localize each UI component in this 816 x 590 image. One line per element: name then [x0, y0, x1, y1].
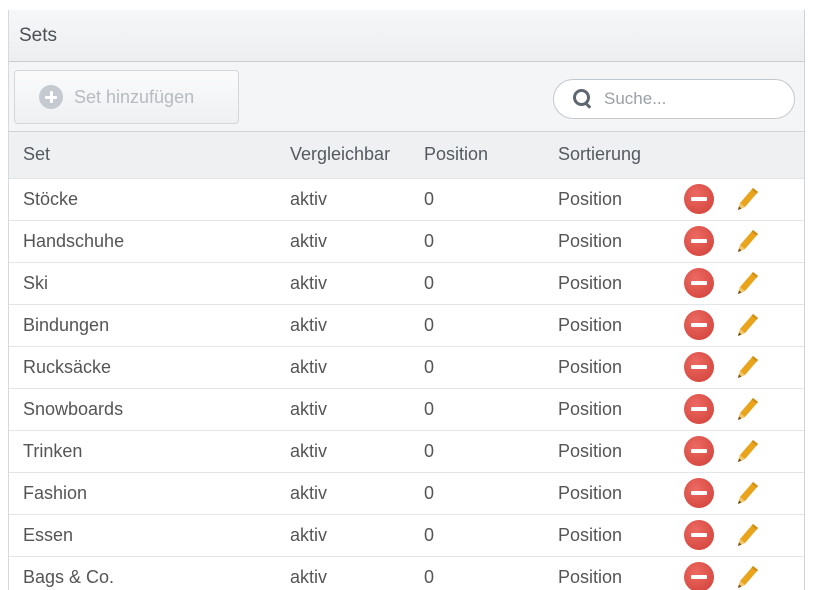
cell-set: Essen — [9, 514, 276, 557]
table-row[interactable]: Ski aktiv 0 Position — [9, 262, 804, 305]
cell-sortierung: Position — [544, 304, 678, 347]
pencil-icon[interactable] — [732, 310, 762, 340]
cell-position: 0 — [410, 262, 544, 305]
cell-actions — [678, 556, 804, 590]
pencil-icon[interactable] — [732, 226, 762, 256]
cell-position: 0 — [410, 346, 544, 389]
cell-vergleichbar: aktiv — [276, 262, 410, 305]
column-header-actions — [678, 132, 804, 179]
cell-set: Stöcke — [9, 178, 276, 221]
magnifier-icon — [572, 88, 594, 110]
cell-actions — [678, 472, 804, 515]
cell-position: 0 — [410, 304, 544, 347]
toolbar: Set hinzufügen — [9, 62, 804, 132]
panel-title: Sets — [19, 24, 58, 46]
cell-position: 0 — [410, 388, 544, 431]
cell-vergleichbar: aktiv — [276, 514, 410, 557]
cell-actions — [678, 346, 804, 389]
cell-vergleichbar: aktiv — [276, 304, 410, 347]
cell-actions — [678, 178, 804, 221]
delete-icon[interactable] — [684, 394, 714, 424]
search-box[interactable] — [553, 79, 795, 119]
cell-sortierung: Position — [544, 262, 678, 305]
cell-vergleichbar: aktiv — [276, 430, 410, 473]
cell-sortierung: Position — [544, 430, 678, 473]
cell-set: Snowboards — [9, 388, 276, 431]
cell-actions — [678, 304, 804, 347]
delete-icon[interactable] — [684, 268, 714, 298]
cell-set: Bags & Co. — [9, 556, 276, 590]
pencil-icon[interactable] — [732, 184, 762, 214]
column-header-sortierung[interactable]: Sortierung — [544, 132, 678, 179]
cell-sortierung: Position — [544, 220, 678, 263]
table-row[interactable]: Bags & Co. aktiv 0 Position — [9, 556, 804, 590]
pencil-icon[interactable] — [732, 478, 762, 508]
add-set-button[interactable]: Set hinzufügen — [14, 70, 239, 124]
cell-actions — [678, 388, 804, 431]
table-header-row: Set Vergleichbar Position Sortierung — [9, 132, 804, 179]
cell-vergleichbar: aktiv — [276, 388, 410, 431]
table-row[interactable]: Essen aktiv 0 Position — [9, 514, 804, 557]
column-header-position[interactable]: Position — [410, 132, 544, 179]
cell-set: Handschuhe — [9, 220, 276, 263]
cell-vergleichbar: aktiv — [276, 178, 410, 221]
cell-position: 0 — [410, 430, 544, 473]
cell-sortierung: Position — [544, 178, 678, 221]
table-row[interactable]: Fashion aktiv 0 Position — [9, 472, 804, 515]
cell-actions — [678, 430, 804, 473]
delete-icon[interactable] — [684, 352, 714, 382]
cell-actions — [678, 514, 804, 557]
cell-actions — [678, 262, 804, 305]
delete-icon[interactable] — [684, 226, 714, 256]
cell-vergleichbar: aktiv — [276, 556, 410, 590]
table-row[interactable]: Handschuhe aktiv 0 Position — [9, 220, 804, 263]
search-input[interactable] — [604, 89, 764, 109]
pencil-icon[interactable] — [732, 520, 762, 550]
delete-icon[interactable] — [684, 310, 714, 340]
table-row[interactable]: Bindungen aktiv 0 Position — [9, 304, 804, 347]
plus-circle-icon — [39, 85, 63, 109]
cell-position: 0 — [410, 178, 544, 221]
cell-set: Ski — [9, 262, 276, 305]
cell-sortierung: Position — [544, 388, 678, 431]
pencil-icon[interactable] — [732, 562, 762, 590]
table-row[interactable]: Stöcke aktiv 0 Position — [9, 178, 804, 221]
pencil-icon[interactable] — [732, 352, 762, 382]
sets-table: Set Vergleichbar Position Sortierung Stö… — [9, 132, 804, 590]
cell-sortierung: Position — [544, 514, 678, 557]
delete-icon[interactable] — [684, 562, 714, 590]
cell-sortierung: Position — [544, 346, 678, 389]
cell-vergleichbar: aktiv — [276, 472, 410, 515]
table-row[interactable]: Trinken aktiv 0 Position — [9, 430, 804, 473]
cell-position: 0 — [410, 556, 544, 590]
cell-vergleichbar: aktiv — [276, 220, 410, 263]
cell-position: 0 — [410, 514, 544, 557]
cell-set: Rucksäcke — [9, 346, 276, 389]
delete-icon[interactable] — [684, 184, 714, 214]
delete-icon[interactable] — [684, 436, 714, 466]
column-header-vergleichbar[interactable]: Vergleichbar — [276, 132, 410, 179]
column-header-set[interactable]: Set — [9, 132, 276, 179]
cell-position: 0 — [410, 220, 544, 263]
pencil-icon[interactable] — [732, 268, 762, 298]
delete-icon[interactable] — [684, 478, 714, 508]
cell-actions — [678, 220, 804, 263]
add-set-label: Set hinzufügen — [74, 86, 195, 107]
cell-sortierung: Position — [544, 472, 678, 515]
cell-set: Bindungen — [9, 304, 276, 347]
delete-icon[interactable] — [684, 520, 714, 550]
cell-vergleichbar: aktiv — [276, 346, 410, 389]
pencil-icon[interactable] — [732, 394, 762, 424]
cell-set: Trinken — [9, 430, 276, 473]
panel-header: Sets — [9, 10, 804, 62]
cell-position: 0 — [410, 472, 544, 515]
table-row[interactable]: Rucksäcke aktiv 0 Position — [9, 346, 804, 389]
cell-sortierung: Position — [544, 556, 678, 590]
table-row[interactable]: Snowboards aktiv 0 Position — [9, 388, 804, 431]
table-body: Stöcke aktiv 0 Position Handschuhe aktiv 0 Posi… — [9, 178, 804, 590]
pencil-icon[interactable] — [732, 436, 762, 466]
sets-panel: Sets Set hinzufügen Set Vergleichbar Pos… — [8, 10, 805, 590]
cell-set: Fashion — [9, 472, 276, 515]
